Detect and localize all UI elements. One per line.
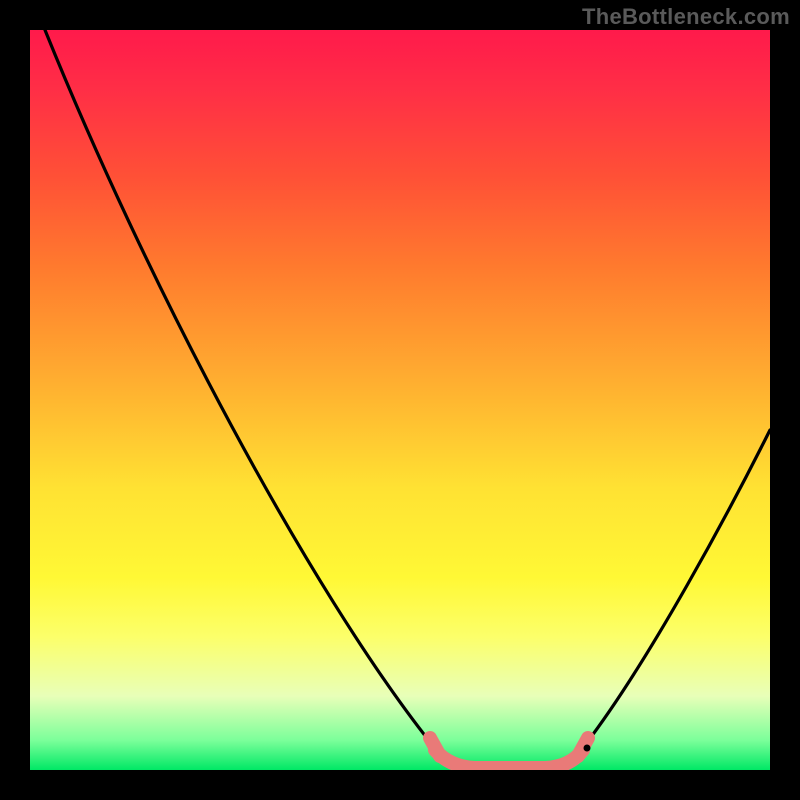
watermark-text: TheBottleneck.com (582, 4, 790, 30)
plot-area (30, 30, 770, 770)
right-knee-dot (584, 745, 591, 752)
left-plateau-end (430, 738, 440, 756)
chart-frame: TheBottleneck.com (0, 0, 800, 800)
curve-layer (30, 30, 770, 770)
bottleneck-curve (45, 30, 770, 768)
plateau-marker (435, 750, 583, 768)
